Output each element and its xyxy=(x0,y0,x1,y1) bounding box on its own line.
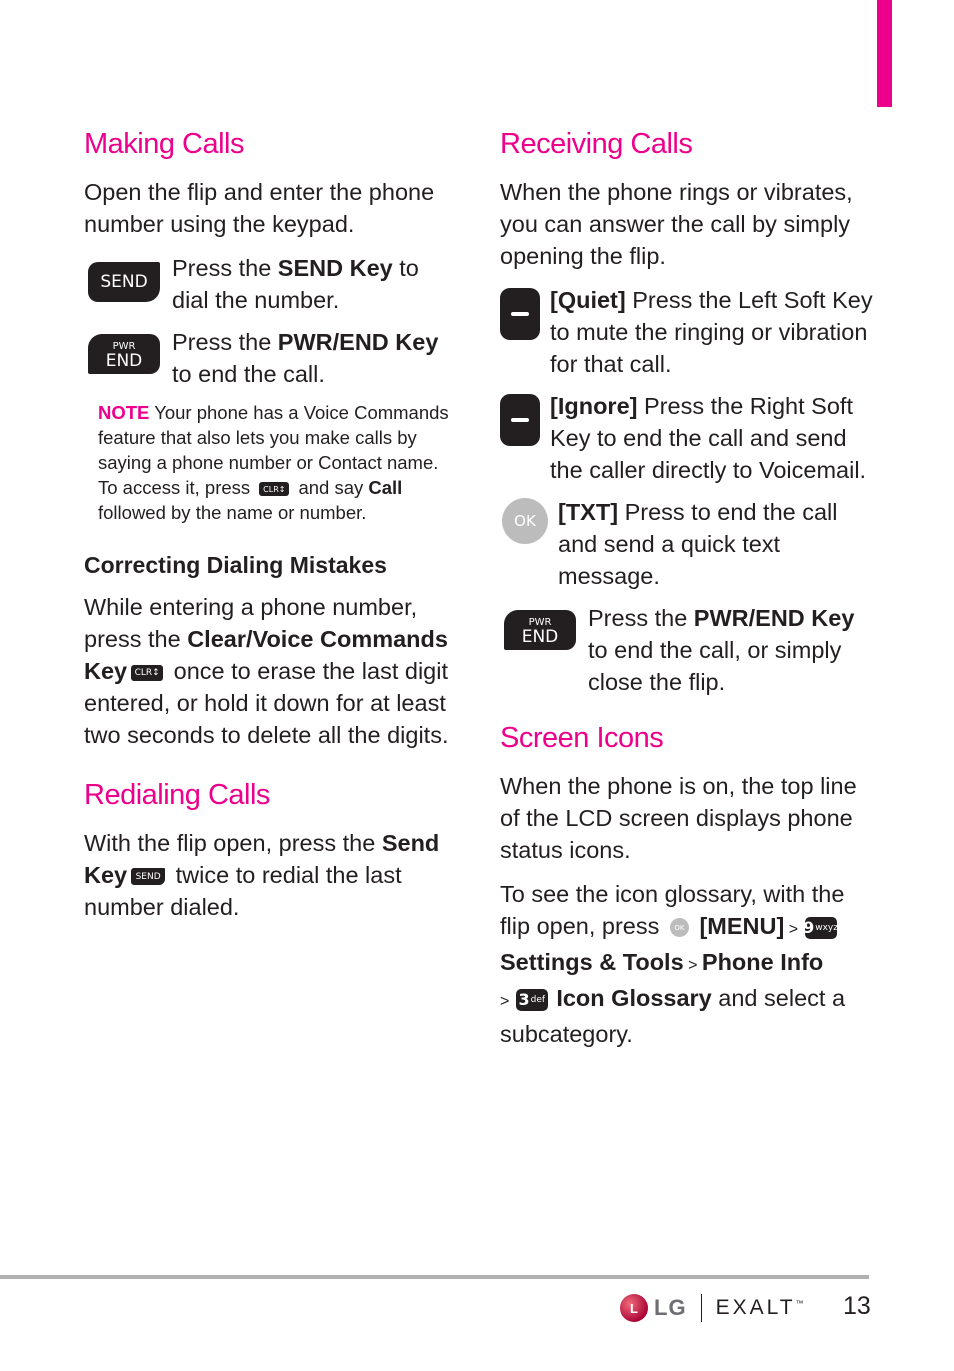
left-soft-key-icon xyxy=(500,288,540,340)
icon-glossary-paragraph: To see the icon glossary, with the flip … xyxy=(500,881,846,1047)
heading-correcting-mistakes: Correcting Dialing Mistakes xyxy=(84,552,387,578)
redialing-paragraph: With the flip open, press the Send Key SE… xyxy=(84,830,440,920)
clear-key-icon: CLR↕ xyxy=(259,482,290,497)
footer-divider xyxy=(700,1294,702,1322)
heading-redialing-calls: Redialing Calls xyxy=(84,779,270,811)
send-key-icon: SEND xyxy=(88,262,160,302)
page-number: 13 xyxy=(843,1292,871,1320)
end-key-instruction: PWR END Press the PWR/END Key to end the … xyxy=(500,602,875,698)
ok-key-icon: OK xyxy=(669,918,689,938)
correcting-paragraph: While entering a phone number, press the… xyxy=(84,594,449,748)
quiet-instruction: [Quiet] Press the Left Soft Key to mute … xyxy=(500,284,875,380)
heading-making-calls: Making Calls xyxy=(84,128,245,160)
key-9-icon: 9 wxyz xyxy=(803,916,838,939)
end-key-instruction: PWR END Press the PWR/END Key to end the … xyxy=(84,326,454,390)
lg-logo-icon: L xyxy=(620,1294,648,1322)
heading-receiving-calls: Receiving Calls xyxy=(500,128,693,160)
send-key-instruction: SEND Press the SEND Key to dial the numb… xyxy=(84,252,454,316)
heading-screen-icons: Screen Icons xyxy=(500,722,664,754)
clear-key-icon: CLR↕ xyxy=(131,664,164,681)
ignore-instruction: [Ignore] Press the Right Soft Key to end… xyxy=(500,390,875,486)
left-column: Making Calls Open the flip and enter the… xyxy=(84,126,454,935)
making-calls-intro: Open the flip and enter the phone number… xyxy=(84,179,435,237)
right-soft-key-icon xyxy=(500,394,540,446)
screen-icons-intro: When the phone is on, the top line of th… xyxy=(500,773,857,863)
receiving-intro: When the phone rings or vibrates, you ca… xyxy=(500,179,853,269)
ok-key-icon: OK xyxy=(502,498,548,544)
brand-name: LG xyxy=(654,1295,687,1320)
key-3-icon: 3 def xyxy=(515,988,548,1011)
txt-instruction: OK [TXT] Press to end the call and send … xyxy=(500,496,875,592)
product-name: EXALT™ xyxy=(715,1296,807,1319)
send-key-icon: SEND xyxy=(131,868,166,886)
footer-branding: L LG EXALT™ xyxy=(620,1290,807,1326)
voice-commands-note: NOTE Your phone has a Voice Commands fea… xyxy=(98,402,449,523)
pwr-end-key-icon: PWR END xyxy=(504,610,576,650)
pwr-end-key-icon: PWR END xyxy=(88,334,160,374)
footer-rule xyxy=(0,1275,869,1279)
note-label: NOTE xyxy=(98,402,150,423)
right-column: Receiving Calls When the phone rings or … xyxy=(500,126,875,1062)
chapter-tab-marker xyxy=(877,0,892,107)
